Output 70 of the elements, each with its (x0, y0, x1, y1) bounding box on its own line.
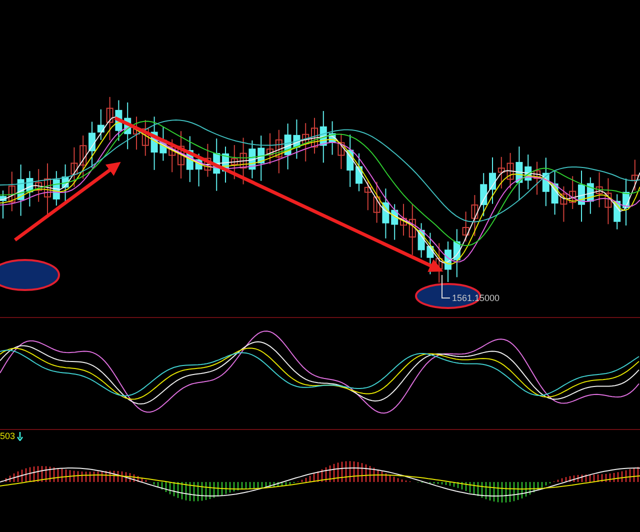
candlestick (418, 222, 425, 258)
candlestick (408, 204, 416, 256)
candlestick (516, 146, 523, 201)
candlestick (302, 122, 310, 162)
candlestick (453, 228, 460, 278)
candlestick (614, 194, 621, 230)
candlestick (284, 123, 292, 170)
candlestick (168, 138, 176, 173)
down-arrow-icon (17, 432, 24, 440)
candlestick (569, 176, 576, 210)
candlestick (560, 186, 568, 222)
candlestick (436, 242, 443, 284)
candlestick (604, 178, 612, 225)
candlestick (275, 129, 282, 174)
candlestick (506, 152, 514, 189)
candlestick (8, 171, 16, 212)
candlestick (258, 135, 265, 182)
candlestick (17, 164, 24, 216)
candlestick (248, 140, 256, 179)
candlestick (596, 172, 603, 208)
candlestick (489, 156, 496, 204)
candlestick (160, 126, 167, 162)
candlestick (364, 179, 372, 211)
leader-line (442, 274, 450, 298)
candlestick (52, 170, 60, 206)
candlestick (195, 153, 202, 187)
candlestick (26, 170, 34, 207)
candlestick (471, 194, 478, 237)
candlestick (462, 211, 470, 242)
candlestick (222, 146, 229, 184)
candlestick (240, 137, 247, 185)
candlestick (266, 132, 274, 165)
candlestick (106, 96, 114, 141)
candlestick (115, 100, 122, 142)
candlestick (311, 117, 318, 154)
candlestick (578, 170, 585, 222)
candlestick (551, 170, 558, 216)
candlestick (622, 178, 630, 226)
candlestick (293, 118, 300, 160)
candlestick (391, 204, 398, 240)
candlestick (0, 190, 6, 219)
candlestick (542, 157, 550, 207)
candlestick (35, 168, 42, 202)
candlestick (356, 152, 362, 192)
candlestick (498, 156, 505, 189)
candlestick (70, 146, 78, 188)
candlestick (230, 144, 238, 180)
candlestick (97, 108, 104, 140)
candlestick (586, 176, 594, 214)
candlestick (186, 136, 194, 183)
candlestick (328, 120, 336, 156)
candlestick (178, 130, 184, 179)
candlestick (338, 133, 345, 170)
candlestick (142, 119, 149, 156)
candlestick (480, 172, 488, 217)
candlestick (524, 154, 532, 190)
candlestick (44, 162, 51, 216)
candlestick (382, 188, 390, 239)
candlestick (320, 110, 327, 164)
candlestick (400, 203, 407, 236)
candlestick (204, 143, 212, 178)
candlestick (133, 116, 140, 150)
candlestick (373, 181, 380, 224)
candlestick (631, 159, 638, 192)
indicator-value: 503 (0, 431, 16, 441)
candlestick (444, 240, 452, 282)
candlestick (534, 161, 540, 196)
candlestick (88, 121, 96, 168)
candlestick (346, 134, 354, 188)
candlestick (80, 135, 87, 180)
